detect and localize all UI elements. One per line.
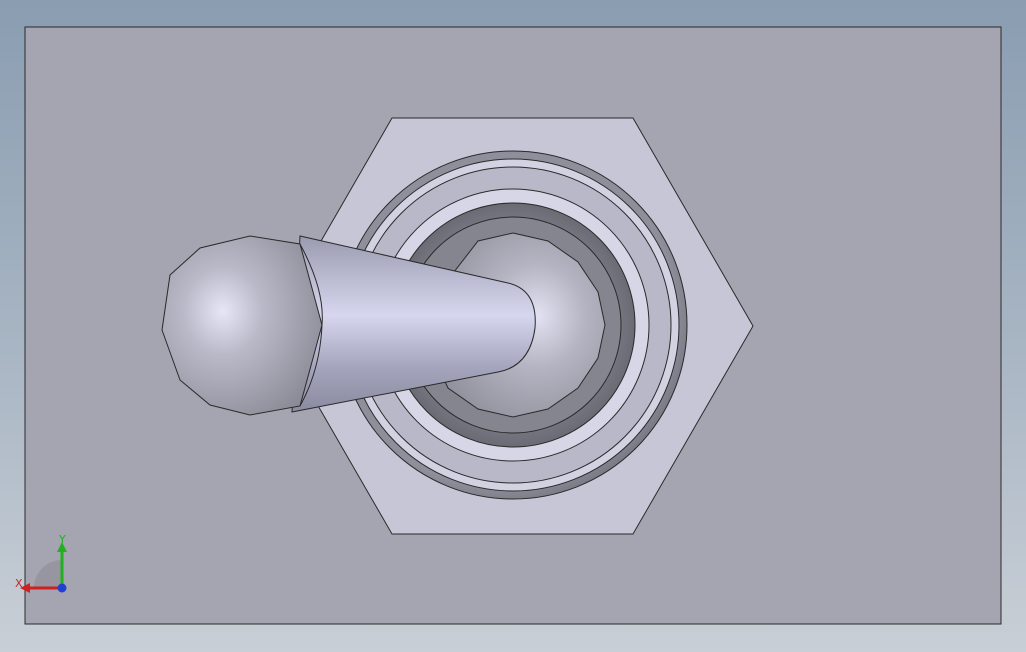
x-axis-label: X — [15, 577, 23, 590]
triad-quadrant-shade — [34, 560, 62, 588]
model-view[interactable] — [0, 0, 1026, 652]
reference-triad: Y X — [15, 533, 67, 593]
z-axis-dot — [57, 583, 67, 593]
y-axis-label: Y — [58, 533, 66, 546]
